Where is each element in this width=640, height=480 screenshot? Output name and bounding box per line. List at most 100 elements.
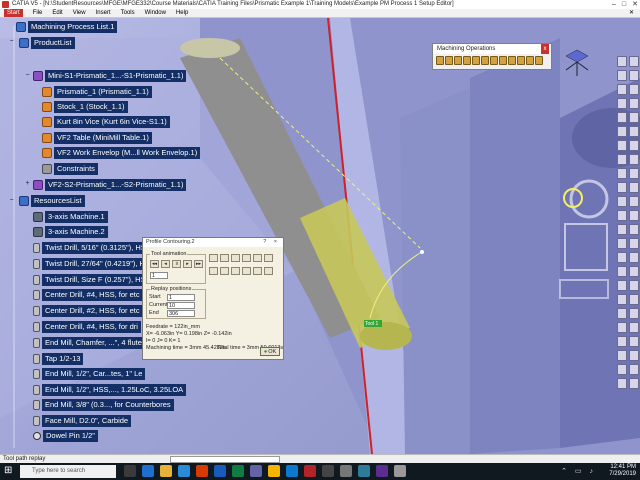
- toolbar-icon[interactable]: [617, 140, 627, 151]
- toolbar-icon[interactable]: [629, 84, 639, 95]
- toolbar-icon[interactable]: [629, 154, 639, 165]
- toolbar-icon[interactable]: [617, 70, 627, 81]
- operation-icon[interactable]: [499, 56, 507, 65]
- step-input[interactable]: 1: [150, 272, 168, 279]
- menu-file[interactable]: File: [33, 9, 43, 17]
- toolbar-icon[interactable]: [617, 266, 627, 277]
- option-icon[interactable]: [209, 267, 218, 275]
- toolbar-icon[interactable]: [629, 238, 639, 249]
- dialog-window-controls[interactable]: ? ×: [263, 238, 280, 247]
- store-icon[interactable]: [178, 465, 190, 477]
- toolbar-icon[interactable]: [617, 308, 627, 319]
- toolbar-icon[interactable]: [617, 364, 627, 375]
- toolbar-icon[interactable]: [629, 210, 639, 221]
- compass-icon[interactable]: [560, 46, 594, 80]
- menu-insert[interactable]: Insert: [96, 9, 111, 17]
- toolbar-icon[interactable]: [629, 308, 639, 319]
- app-icon[interactable]: [376, 465, 388, 477]
- toolbar-icon[interactable]: [629, 112, 639, 123]
- operation-icon[interactable]: [445, 56, 453, 65]
- toolbar-icon[interactable]: [629, 294, 639, 305]
- powerpoint-icon[interactable]: [196, 465, 208, 477]
- tree-node[interactable]: Prismatic_1 (Prismatic_1.1): [42, 85, 152, 98]
- tree-node[interactable]: Center Drill, #4, HSS, for etc: [33, 288, 143, 301]
- menu-help[interactable]: Help: [176, 9, 188, 17]
- machining-operations-header[interactable]: Machining Operations x: [433, 44, 551, 54]
- toolbar-icon[interactable]: [629, 98, 639, 109]
- tree-node[interactable]: Mini-S1-Prismatic_1...-S1-Prismatic_1.1): [33, 69, 187, 82]
- operation-icon[interactable]: [454, 56, 462, 65]
- toolbar-icon[interactable]: [617, 224, 627, 235]
- tree-node[interactable]: End Mill, Chamfer, ...", 4 flute: [33, 336, 145, 349]
- tree-node[interactable]: Constraints: [42, 162, 98, 175]
- option-icon[interactable]: [209, 254, 218, 262]
- tree-node[interactable]: Stock_1 (Stock_1.1): [42, 100, 128, 113]
- chrome-icon[interactable]: [268, 465, 280, 477]
- option-icon[interactable]: [264, 267, 273, 275]
- option-icon[interactable]: [253, 254, 262, 262]
- app-icon[interactable]: [322, 465, 334, 477]
- toolbar-icon[interactable]: [629, 252, 639, 263]
- toolbar-icon[interactable]: [617, 56, 627, 67]
- taskbar-clock[interactable]: 12:41 PM 7/29/2019: [609, 464, 636, 478]
- document-close-icon[interactable]: ✕: [629, 9, 634, 18]
- close-icon[interactable]: x: [541, 44, 549, 54]
- option-icon[interactable]: [231, 267, 240, 275]
- toolbar-icon[interactable]: [617, 238, 627, 249]
- expand-icon[interactable]: −: [8, 38, 15, 46]
- toolbar-icon[interactable]: [617, 98, 627, 109]
- option-icon[interactable]: [220, 267, 229, 275]
- toolbar-icon[interactable]: [629, 336, 639, 347]
- option-icon[interactable]: [264, 254, 273, 262]
- tree-node[interactable]: Tap 1/2-13: [33, 352, 84, 365]
- toolbar-icon[interactable]: [617, 154, 627, 165]
- excel-icon[interactable]: [232, 465, 244, 477]
- option-icon[interactable]: [242, 254, 251, 262]
- option-icon[interactable]: [231, 254, 240, 262]
- operation-icon[interactable]: [481, 56, 489, 65]
- tree-node[interactable]: 3-axis Machine.1: [33, 210, 108, 223]
- tree-node[interactable]: Machining Process List.1: [16, 20, 118, 33]
- operation-icon[interactable]: [526, 56, 534, 65]
- end-input[interactable]: 306: [167, 310, 195, 317]
- toolbar-icon[interactable]: [617, 112, 627, 123]
- close-button[interactable]: ✕: [632, 0, 638, 9]
- menu-window[interactable]: Window: [145, 9, 166, 17]
- start-input[interactable]: 1: [167, 294, 195, 301]
- taskbar-search[interactable]: Type here to search: [20, 465, 116, 478]
- tree-node[interactable]: VF2 Table (MiniMill Table.1): [42, 131, 152, 144]
- option-icon[interactable]: [253, 267, 262, 275]
- ok-button[interactable]: OK: [260, 347, 280, 356]
- operation-icon[interactable]: [463, 56, 471, 65]
- tree-node[interactable]: Face Mill, D2.0", Carbide: [33, 414, 132, 427]
- operation-icon[interactable]: [490, 56, 498, 65]
- command-input[interactable]: [170, 456, 280, 463]
- menu-start[interactable]: Start: [4, 9, 23, 17]
- tree-node[interactable]: Twist Drill, Size F (0.257"), HSS: [33, 273, 154, 286]
- teams-icon[interactable]: [250, 465, 262, 477]
- pause-button[interactable]: ॥: [172, 260, 181, 268]
- current-input[interactable]: 10: [167, 302, 195, 309]
- fast-forward-button[interactable]: ▸▸: [194, 260, 203, 268]
- tree-node[interactable]: VF2-S2-Prismatic_1...-S2-Prismatic_1.1): [33, 178, 187, 191]
- toolbar-icon[interactable]: [617, 126, 627, 137]
- toolbar-icon[interactable]: [629, 70, 639, 81]
- toolbar-icon[interactable]: [617, 350, 627, 361]
- tree-node[interactable]: Dowel Pin 1/2": [33, 429, 98, 442]
- menu-view[interactable]: View: [73, 9, 86, 17]
- toolbar-icon[interactable]: [617, 252, 627, 263]
- expand-icon[interactable]: −: [24, 72, 31, 80]
- tree-node[interactable]: VF2 Work Envelop (M...ll Work Envelop.1): [42, 146, 201, 159]
- toolbar-icon[interactable]: [629, 196, 639, 207]
- maximize-button[interactable]: □: [622, 0, 626, 9]
- step-forward-button[interactable]: ▸: [183, 260, 192, 268]
- operation-icon[interactable]: [535, 56, 543, 65]
- tree-node[interactable]: Center Drill, #4, HSS, for dri: [33, 320, 141, 333]
- dialog-title-bar[interactable]: Profile Contouring.2 ? ×: [143, 238, 283, 247]
- toolbar-icon[interactable]: [629, 364, 639, 375]
- toolbar-icon[interactable]: [629, 322, 639, 333]
- minimize-button[interactable]: –: [612, 0, 616, 9]
- 3d-viewport[interactable]: Tool 1 Machining Process List.1 − Produc…: [0, 18, 640, 454]
- toolbar-icon[interactable]: [629, 182, 639, 193]
- toolbar-icon[interactable]: [629, 56, 639, 67]
